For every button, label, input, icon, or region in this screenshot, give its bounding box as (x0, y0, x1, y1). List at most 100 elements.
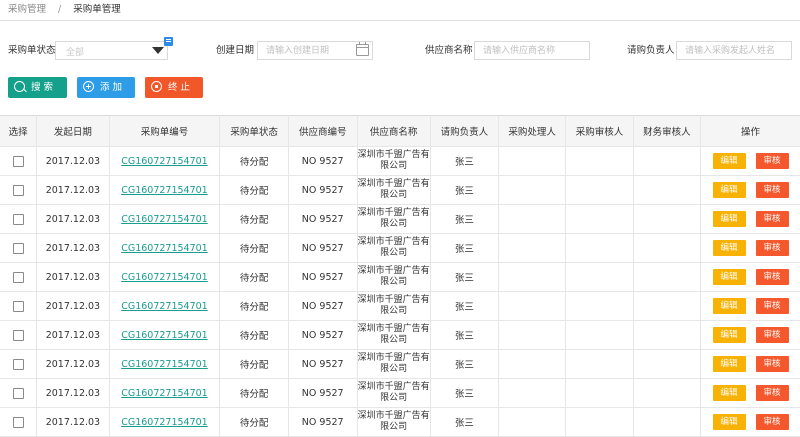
select-cell (0, 378, 38, 408)
audit-button[interactable]: 审核 (755, 182, 789, 198)
status-cell: 待分配 (219, 262, 289, 292)
select-cell (0, 320, 38, 350)
header-divider (0, 20, 800, 21)
edit-button[interactable]: 编辑 (712, 356, 746, 372)
order-no-link[interactable]: CG160727154701 (121, 185, 208, 196)
order-no-link[interactable]: CG160727154701 (121, 417, 208, 428)
audit-button[interactable]: 审核 (755, 298, 789, 314)
calendar-icon[interactable] (356, 42, 369, 56)
edit-button[interactable]: 编辑 (712, 385, 746, 401)
supplier-name: 深圳市千盟广告有限公司 (357, 411, 430, 432)
date-cell: 2017.12.03 (36, 291, 110, 321)
column-header: 采购审核人 (565, 115, 634, 147)
row-checkbox[interactable] (12, 329, 24, 341)
edit-button[interactable]: 编辑 (712, 153, 746, 169)
order-no-link[interactable]: CG160727154701 (121, 388, 208, 399)
status-cell: 待分配 (219, 175, 289, 205)
supplier-no-cell: NO 9527 (287, 320, 358, 350)
order-no-link[interactable]: CG160727154701 (121, 272, 208, 283)
order-no-link[interactable]: CG160727154701 (121, 214, 208, 225)
supplier-name-cell: 深圳市千盟广告有限公司 (356, 204, 431, 234)
row-checkbox[interactable] (12, 271, 24, 283)
add-button[interactable]: 添 加 (77, 77, 135, 98)
requester-cell: 张三 (429, 146, 499, 176)
reviewer-cell (565, 262, 634, 292)
stop-button[interactable]: 终 止 (145, 77, 203, 98)
row-checkbox[interactable] (12, 155, 24, 167)
audit-button[interactable]: 审核 (755, 211, 789, 227)
actions-cell: 编辑 审核 (700, 320, 800, 350)
handler-cell (497, 291, 567, 321)
supplier-no-cell: NO 9527 (287, 378, 358, 408)
order-no-link[interactable]: CG160727154701 (121, 156, 208, 167)
audit-button[interactable]: 审核 (755, 240, 789, 256)
select-cell (0, 233, 38, 263)
order-no-link[interactable]: CG160727154701 (121, 330, 208, 341)
order-no-link[interactable]: CG160727154701 (121, 301, 208, 312)
status-cell: 待分配 (219, 378, 289, 408)
order-no-link[interactable]: CG160727154701 (121, 243, 208, 254)
column-header: 采购单编号 (108, 115, 221, 147)
supplier-no-cell: NO 9527 (287, 233, 358, 263)
add-button-label: 添 加 (100, 82, 123, 93)
reviewer-cell (565, 146, 634, 176)
handler-cell (497, 349, 567, 379)
handler-cell (497, 233, 567, 263)
finance-reviewer-cell (632, 146, 702, 176)
column-header: 采购处理人 (497, 115, 567, 147)
date-cell: 2017.12.03 (36, 204, 110, 234)
order-no-cell: CG160727154701 (108, 349, 221, 379)
audit-button[interactable]: 审核 (755, 269, 789, 285)
edit-button[interactable]: 编辑 (712, 182, 746, 198)
select-cell (0, 349, 38, 379)
actions-cell: 编辑 审核 (700, 349, 800, 379)
edit-button[interactable]: 编辑 (712, 269, 746, 285)
plus-icon (83, 81, 94, 92)
audit-button[interactable]: 审核 (755, 385, 789, 401)
row-checkbox[interactable] (12, 387, 24, 399)
table-row: 2017.12.03 CG160727154701 待分配 NO 9527 深圳市千盟广… (0, 204, 800, 234)
handler-cell (497, 378, 567, 408)
edit-button[interactable]: 编辑 (712, 414, 746, 430)
supplier-no-cell: NO 9527 (287, 407, 358, 437)
column-header: 发起日期 (36, 115, 110, 147)
row-checkbox[interactable] (12, 242, 24, 254)
audit-button[interactable]: 审核 (755, 153, 789, 169)
row-checkbox[interactable] (12, 184, 24, 196)
handler-cell (497, 146, 567, 176)
supplier-name: 深圳市千盟广告有限公司 (357, 208, 430, 229)
requester-input[interactable] (676, 41, 792, 60)
row-checkbox[interactable] (12, 358, 24, 370)
search-button[interactable]: 搜 索 (8, 77, 67, 98)
reviewer-cell (565, 349, 634, 379)
supplier-name: 深圳市千盟广告有限公司 (357, 179, 430, 200)
column-header: 请购负责人 (429, 115, 499, 147)
date-cell: 2017.12.03 (36, 262, 110, 292)
search-icon (14, 81, 25, 92)
select-cell (0, 262, 38, 292)
requester-cell: 张三 (429, 407, 499, 437)
reviewer-cell (565, 233, 634, 263)
column-header: 财务审核人 (632, 115, 702, 147)
finance-reviewer-cell (632, 204, 702, 234)
audit-button[interactable]: 审核 (755, 327, 789, 343)
edit-button[interactable]: 编辑 (712, 240, 746, 256)
supplier-name: 深圳市千盟广告有限公司 (357, 382, 430, 403)
supplier-no-cell: NO 9527 (287, 204, 358, 234)
row-checkbox[interactable] (12, 416, 24, 428)
status-select[interactable]: 全部 (55, 37, 173, 60)
table-row: 2017.12.03 CG160727154701 待分配 NO 9527 深圳市千盟广… (0, 349, 800, 379)
order-no-link[interactable]: CG160727154701 (121, 359, 208, 370)
edit-button[interactable]: 编辑 (712, 327, 746, 343)
status-select-value: 全部 (66, 48, 85, 58)
date-cell: 2017.12.03 (36, 378, 110, 408)
row-checkbox[interactable] (12, 213, 24, 225)
audit-button[interactable]: 审核 (755, 356, 789, 372)
row-checkbox[interactable] (12, 300, 24, 312)
edit-button[interactable]: 编辑 (712, 211, 746, 227)
breadcrumb-parent[interactable]: 采购管理 (8, 4, 46, 15)
supplier-input[interactable] (474, 41, 590, 60)
reviewer-cell (565, 175, 634, 205)
edit-button[interactable]: 编辑 (712, 298, 746, 314)
audit-button[interactable]: 审核 (755, 414, 789, 430)
